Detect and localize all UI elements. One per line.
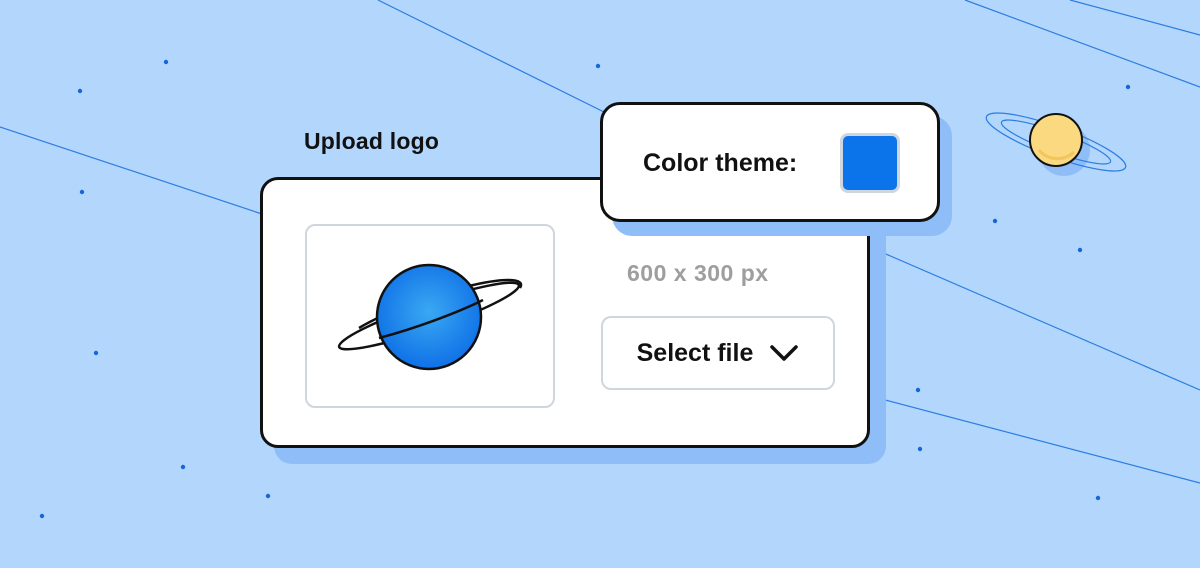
color-theme-card: Color theme: [600, 102, 940, 222]
logo-preview[interactable] [305, 224, 555, 408]
star [915, 387, 921, 393]
star [1125, 84, 1131, 90]
star [79, 189, 85, 195]
star [77, 88, 83, 94]
star [39, 513, 45, 519]
star [163, 59, 169, 65]
orbit-line [873, 396, 1200, 484]
orbit-line [1069, 0, 1200, 36]
select-file-label: Select file [636, 338, 754, 367]
orbit-line [0, 126, 263, 215]
select-file-button[interactable]: Select file [601, 316, 835, 390]
star [93, 350, 99, 356]
star [992, 218, 998, 224]
star [1095, 495, 1101, 501]
planet-icon [337, 263, 523, 371]
star [180, 464, 186, 470]
star [595, 63, 601, 69]
color-theme-label: Color theme: [643, 149, 798, 177]
star [265, 493, 271, 499]
star [1077, 247, 1083, 253]
orbit-line [377, 0, 605, 113]
chevron-down-icon [770, 345, 799, 361]
dimensions-text: 600 x 300 px [627, 260, 769, 286]
small-planet-icon [985, 112, 1127, 176]
color-swatch[interactable] [840, 133, 900, 193]
orbit-line [964, 0, 1200, 88]
upload-logo-title: Upload logo [304, 128, 440, 154]
star [917, 446, 923, 452]
orbit-line [871, 247, 1200, 391]
